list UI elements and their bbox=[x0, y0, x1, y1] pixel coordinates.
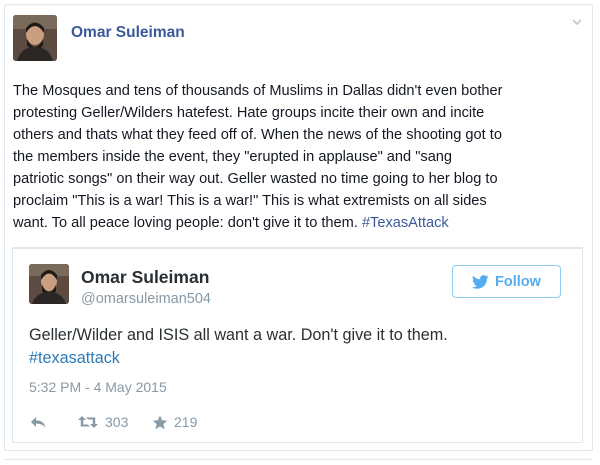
chevron-down-icon[interactable] bbox=[570, 16, 584, 28]
favorite-button[interactable]: 219 bbox=[152, 414, 197, 430]
star-icon bbox=[152, 415, 168, 429]
reply-button[interactable] bbox=[29, 415, 77, 429]
tweet-timestamp[interactable]: 5:32 PM - 4 May 2015 bbox=[29, 379, 167, 395]
tweet-actions: 303 219 bbox=[29, 412, 197, 432]
post-author-avatar[interactable] bbox=[13, 15, 57, 61]
post-text: The Mosques and tens of thousands of Mus… bbox=[13, 80, 588, 234]
retweet-button[interactable]: 303 bbox=[77, 414, 152, 430]
post-hashtag[interactable]: #TexasAttack bbox=[362, 215, 449, 231]
reply-icon bbox=[31, 417, 46, 428]
embedded-tweet: Omar Suleiman @omarsuleiman504 Follow Ge… bbox=[12, 247, 583, 443]
author-photo bbox=[13, 15, 57, 61]
twitter-bird-icon bbox=[472, 274, 489, 289]
tweet-author-name[interactable]: Omar Suleiman bbox=[81, 267, 209, 288]
retweet-count: 303 bbox=[105, 414, 129, 430]
next-post-edge bbox=[4, 459, 593, 464]
follow-label: Follow bbox=[495, 273, 541, 290]
retweet-icon bbox=[78, 416, 98, 428]
tweet-text: Geller/Wilder and ISIS all want a war. D… bbox=[29, 324, 569, 370]
author-photo bbox=[29, 264, 69, 304]
tweet-body: Geller/Wilder and ISIS all want a war. D… bbox=[29, 326, 448, 344]
tweet-author-avatar[interactable] bbox=[29, 264, 69, 304]
post-author-name[interactable]: Omar Suleiman bbox=[71, 24, 185, 42]
post-body: The Mosques and tens of thousands of Mus… bbox=[13, 83, 503, 231]
favorite-count: 219 bbox=[174, 414, 198, 430]
follow-button[interactable]: Follow bbox=[452, 265, 561, 298]
tweet-author-handle[interactable]: @omarsuleiman504 bbox=[81, 291, 211, 307]
tweet-hashtag[interactable]: #texasattack bbox=[29, 347, 569, 370]
